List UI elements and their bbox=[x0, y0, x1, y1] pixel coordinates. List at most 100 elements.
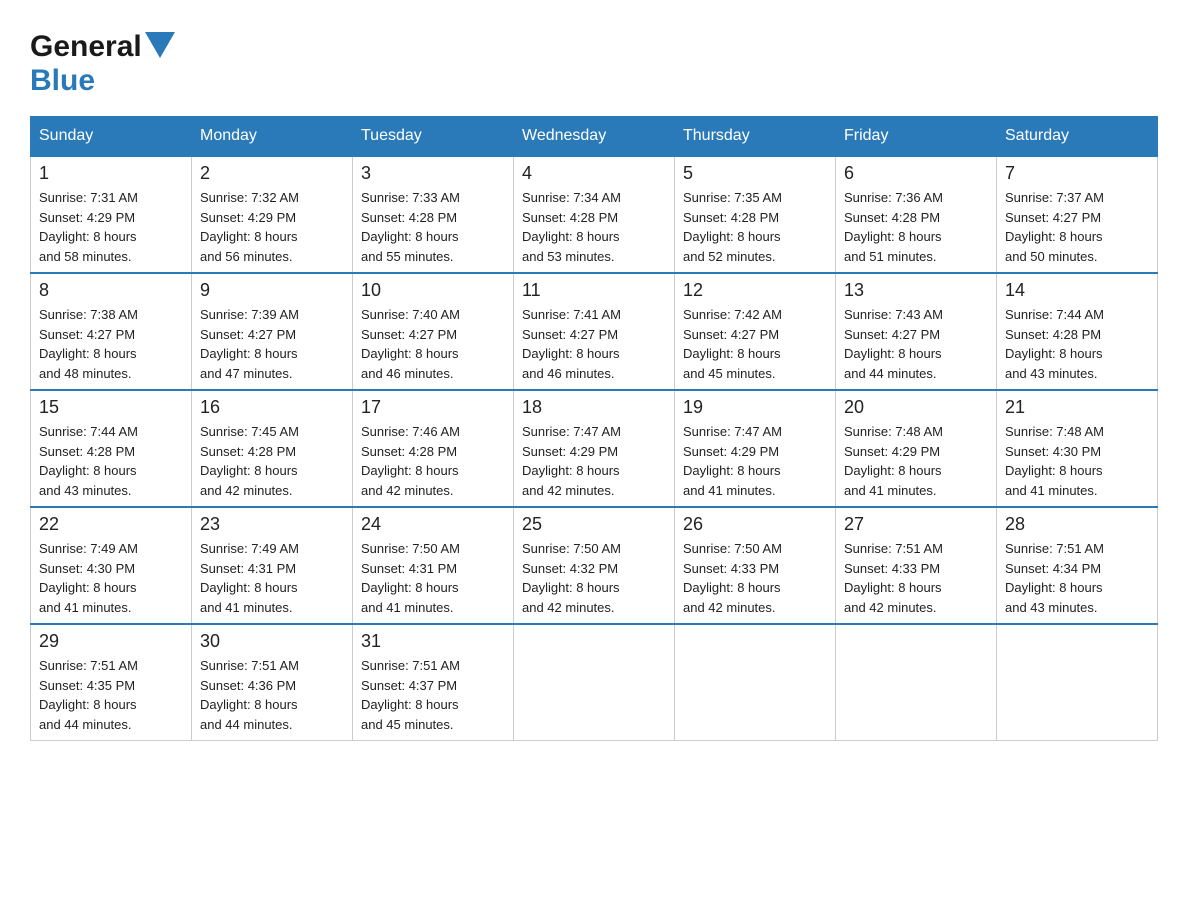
day-number: 25 bbox=[522, 514, 666, 535]
day-info: Sunrise: 7:44 AMSunset: 4:28 PMDaylight:… bbox=[1005, 305, 1149, 383]
calendar-cell: 10 Sunrise: 7:40 AMSunset: 4:27 PMDayligh… bbox=[353, 273, 514, 390]
calendar-cell: 19 Sunrise: 7:47 AMSunset: 4:29 PMDayligh… bbox=[675, 390, 836, 507]
calendar-cell: 24 Sunrise: 7:50 AMSunset: 4:31 PMDayligh… bbox=[353, 507, 514, 624]
day-number: 22 bbox=[39, 514, 183, 535]
day-number: 14 bbox=[1005, 280, 1149, 301]
day-info: Sunrise: 7:51 AMSunset: 4:35 PMDaylight:… bbox=[39, 656, 183, 734]
logo-general-text: General bbox=[30, 30, 142, 64]
calendar-cell: 1Sunrise: 7:31 AMSunset: 4:29 PMDaylight… bbox=[31, 156, 192, 273]
week-row-5: 29 Sunrise: 7:51 AMSunset: 4:35 PMDayligh… bbox=[31, 624, 1158, 741]
week-row-2: 8 Sunrise: 7:38 AMSunset: 4:27 PMDaylight… bbox=[31, 273, 1158, 390]
day-number: 31 bbox=[361, 631, 505, 652]
week-row-3: 15Sunrise: 7:44 AMSunset: 4:28 PMDayligh… bbox=[31, 390, 1158, 507]
calendar-cell: 25 Sunrise: 7:50 AMSunset: 4:32 PMDayligh… bbox=[514, 507, 675, 624]
calendar-cell: 27 Sunrise: 7:51 AMSunset: 4:33 PMDayligh… bbox=[836, 507, 997, 624]
calendar-cell: 4 Sunrise: 7:34 AMSunset: 4:28 PMDaylight… bbox=[514, 156, 675, 273]
day-number: 11 bbox=[522, 280, 666, 301]
calendar-cell: 8 Sunrise: 7:38 AMSunset: 4:27 PMDaylight… bbox=[31, 273, 192, 390]
calendar-cell: 7 Sunrise: 7:37 AMSunset: 4:27 PMDaylight… bbox=[997, 156, 1158, 273]
day-number: 26 bbox=[683, 514, 827, 535]
calendar-cell: 6 Sunrise: 7:36 AMSunset: 4:28 PMDaylight… bbox=[836, 156, 997, 273]
calendar-cell: 5Sunrise: 7:35 AMSunset: 4:28 PMDaylight… bbox=[675, 156, 836, 273]
calendar-cell: 18 Sunrise: 7:47 AMSunset: 4:29 PMDayligh… bbox=[514, 390, 675, 507]
calendar-cell: 22Sunrise: 7:49 AMSunset: 4:30 PMDayligh… bbox=[31, 507, 192, 624]
calendar-cell: 28 Sunrise: 7:51 AMSunset: 4:34 PMDayligh… bbox=[997, 507, 1158, 624]
day-number: 20 bbox=[844, 397, 988, 418]
day-info: Sunrise: 7:41 AMSunset: 4:27 PMDaylight:… bbox=[522, 305, 666, 383]
calendar-cell: 3 Sunrise: 7:33 AMSunset: 4:28 PMDaylight… bbox=[353, 156, 514, 273]
calendar-cell: 9Sunrise: 7:39 AMSunset: 4:27 PMDaylight… bbox=[192, 273, 353, 390]
day-number: 27 bbox=[844, 514, 988, 535]
calendar-cell: 12 Sunrise: 7:42 AMSunset: 4:27 PMDayligh… bbox=[675, 273, 836, 390]
day-number: 13 bbox=[844, 280, 988, 301]
day-number: 30 bbox=[200, 631, 344, 652]
day-number: 18 bbox=[522, 397, 666, 418]
day-info: Sunrise: 7:50 AMSunset: 4:31 PMDaylight:… bbox=[361, 539, 505, 617]
day-number: 12 bbox=[683, 280, 827, 301]
calendar-cell: 17 Sunrise: 7:46 AMSunset: 4:28 PMDayligh… bbox=[353, 390, 514, 507]
day-info: Sunrise: 7:51 AMSunset: 4:37 PMDaylight:… bbox=[361, 656, 505, 734]
calendar-cell: 16 Sunrise: 7:45 AMSunset: 4:28 PMDayligh… bbox=[192, 390, 353, 507]
calendar-cell bbox=[514, 624, 675, 741]
day-info: Sunrise: 7:51 AMSunset: 4:36 PMDaylight:… bbox=[200, 656, 344, 734]
calendar-cell: 2 Sunrise: 7:32 AMSunset: 4:29 PMDaylight… bbox=[192, 156, 353, 273]
day-info: Sunrise: 7:31 AMSunset: 4:29 PMDaylight:… bbox=[39, 188, 183, 266]
day-number: 19 bbox=[683, 397, 827, 418]
calendar-cell: 14 Sunrise: 7:44 AMSunset: 4:28 PMDayligh… bbox=[997, 273, 1158, 390]
day-info: Sunrise: 7:47 AMSunset: 4:29 PMDaylight:… bbox=[522, 422, 666, 500]
week-row-1: 1Sunrise: 7:31 AMSunset: 4:29 PMDaylight… bbox=[31, 156, 1158, 273]
day-number: 9 bbox=[200, 280, 344, 301]
day-number: 17 bbox=[361, 397, 505, 418]
day-number: 4 bbox=[522, 163, 666, 184]
day-info: Sunrise: 7:32 AMSunset: 4:29 PMDaylight:… bbox=[200, 188, 344, 266]
calendar-cell: 20 Sunrise: 7:48 AMSunset: 4:29 PMDayligh… bbox=[836, 390, 997, 507]
day-info: Sunrise: 7:47 AMSunset: 4:29 PMDaylight:… bbox=[683, 422, 827, 500]
day-info: Sunrise: 7:36 AMSunset: 4:28 PMDaylight:… bbox=[844, 188, 988, 266]
day-info: Sunrise: 7:48 AMSunset: 4:29 PMDaylight:… bbox=[844, 422, 988, 500]
day-info: Sunrise: 7:45 AMSunset: 4:28 PMDaylight:… bbox=[200, 422, 344, 500]
day-number: 8 bbox=[39, 280, 183, 301]
calendar-cell bbox=[997, 624, 1158, 741]
day-number: 23 bbox=[200, 514, 344, 535]
column-header-friday: Friday bbox=[836, 117, 997, 157]
calendar-cell bbox=[675, 624, 836, 741]
calendar-cell: 26Sunrise: 7:50 AMSunset: 4:33 PMDayligh… bbox=[675, 507, 836, 624]
day-info: Sunrise: 7:38 AMSunset: 4:27 PMDaylight:… bbox=[39, 305, 183, 383]
logo-triangle-icon bbox=[145, 32, 175, 58]
day-info: Sunrise: 7:43 AMSunset: 4:27 PMDaylight:… bbox=[844, 305, 988, 383]
day-info: Sunrise: 7:37 AMSunset: 4:27 PMDaylight:… bbox=[1005, 188, 1149, 266]
day-number: 28 bbox=[1005, 514, 1149, 535]
day-info: Sunrise: 7:34 AMSunset: 4:28 PMDaylight:… bbox=[522, 188, 666, 266]
day-number: 10 bbox=[361, 280, 505, 301]
day-info: Sunrise: 7:48 AMSunset: 4:30 PMDaylight:… bbox=[1005, 422, 1149, 500]
page-header: General Blue bbox=[30, 20, 1158, 98]
day-number: 16 bbox=[200, 397, 344, 418]
day-number: 29 bbox=[39, 631, 183, 652]
calendar-header-row: SundayMondayTuesdayWednesdayThursdayFrid… bbox=[31, 117, 1158, 157]
calendar-cell: 29 Sunrise: 7:51 AMSunset: 4:35 PMDayligh… bbox=[31, 624, 192, 741]
day-number: 7 bbox=[1005, 163, 1149, 184]
day-info: Sunrise: 7:51 AMSunset: 4:33 PMDaylight:… bbox=[844, 539, 988, 617]
day-number: 6 bbox=[844, 163, 988, 184]
day-info: Sunrise: 7:40 AMSunset: 4:27 PMDaylight:… bbox=[361, 305, 505, 383]
day-info: Sunrise: 7:33 AMSunset: 4:28 PMDaylight:… bbox=[361, 188, 505, 266]
day-info: Sunrise: 7:35 AMSunset: 4:28 PMDaylight:… bbox=[683, 188, 827, 266]
day-number: 3 bbox=[361, 163, 505, 184]
day-number: 24 bbox=[361, 514, 505, 535]
calendar-cell: 23Sunrise: 7:49 AMSunset: 4:31 PMDayligh… bbox=[192, 507, 353, 624]
day-info: Sunrise: 7:42 AMSunset: 4:27 PMDaylight:… bbox=[683, 305, 827, 383]
day-info: Sunrise: 7:51 AMSunset: 4:34 PMDaylight:… bbox=[1005, 539, 1149, 617]
day-number: 2 bbox=[200, 163, 344, 184]
column-header-thursday: Thursday bbox=[675, 117, 836, 157]
week-row-4: 22Sunrise: 7:49 AMSunset: 4:30 PMDayligh… bbox=[31, 507, 1158, 624]
column-header-monday: Monday bbox=[192, 117, 353, 157]
logo: General Blue bbox=[30, 30, 175, 98]
day-number: 15 bbox=[39, 397, 183, 418]
day-info: Sunrise: 7:50 AMSunset: 4:32 PMDaylight:… bbox=[522, 539, 666, 617]
column-header-tuesday: Tuesday bbox=[353, 117, 514, 157]
calendar-table: SundayMondayTuesdayWednesdayThursdayFrid… bbox=[30, 116, 1158, 741]
day-info: Sunrise: 7:46 AMSunset: 4:28 PMDaylight:… bbox=[361, 422, 505, 500]
calendar-cell bbox=[836, 624, 997, 741]
calendar-cell: 13 Sunrise: 7:43 AMSunset: 4:27 PMDayligh… bbox=[836, 273, 997, 390]
calendar-cell: 21Sunrise: 7:48 AMSunset: 4:30 PMDayligh… bbox=[997, 390, 1158, 507]
